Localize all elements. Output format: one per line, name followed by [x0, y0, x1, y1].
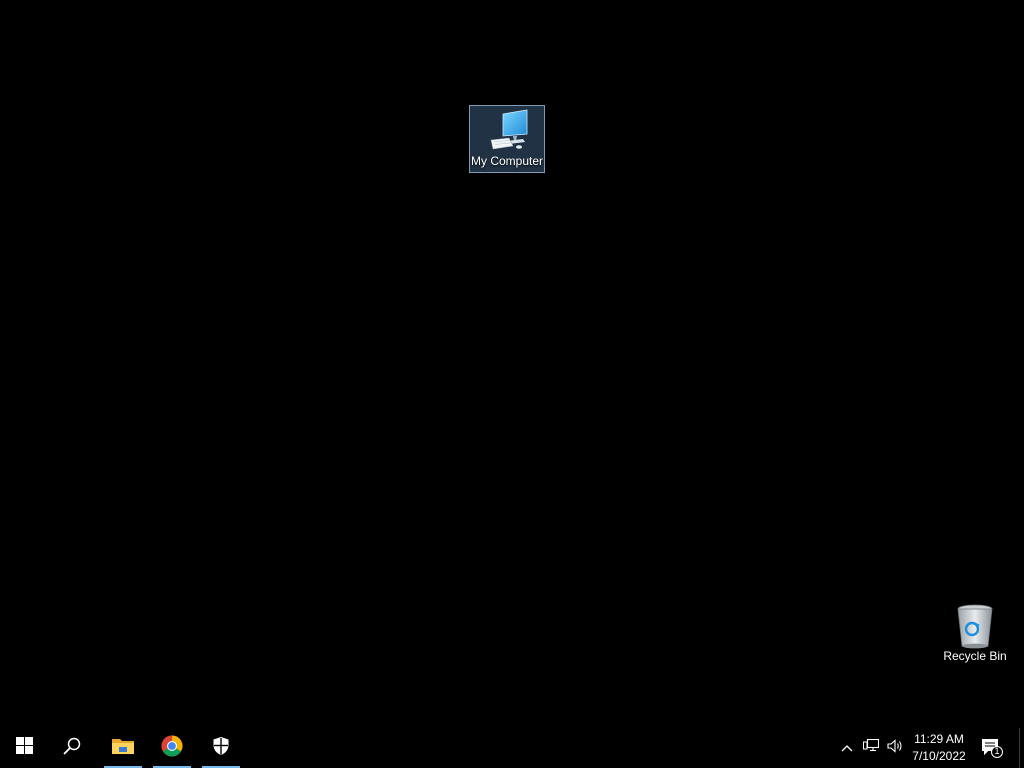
- folder-icon: [111, 736, 135, 761]
- chrome-button[interactable]: [152, 728, 192, 768]
- action-center-button[interactable]: 1: [978, 728, 1006, 768]
- network-icon: [863, 738, 880, 758]
- network-button[interactable]: [860, 728, 882, 768]
- shield-icon: [212, 736, 230, 761]
- clock-date: 7/10/2022: [912, 749, 966, 763]
- windows-logo-icon: [15, 737, 33, 759]
- clock-time: 11:29 AM: [914, 732, 964, 746]
- recycle-bin-desktop-icon[interactable]: Recycle Bin: [937, 600, 1013, 668]
- recycle-bin-icon: [951, 603, 999, 649]
- recycle-bin-label: Recycle Bin: [943, 649, 1007, 663]
- chrome-icon: [161, 735, 183, 762]
- notification-count-badge: 1: [994, 746, 1000, 756]
- chevron-up-icon: [841, 739, 853, 757]
- my-computer-label: My Computer: [470, 154, 544, 168]
- search-icon: [63, 737, 81, 760]
- clock-button[interactable]: 11:29 AM 7/10/2022: [906, 731, 972, 765]
- show-desktop-button[interactable]: [1019, 728, 1024, 768]
- start-button[interactable]: [4, 728, 44, 768]
- computer-icon: [483, 108, 531, 154]
- file-explorer-button[interactable]: [103, 728, 143, 768]
- show-hidden-icons-button[interactable]: [836, 728, 858, 768]
- notification-icon: 1: [981, 738, 1003, 758]
- desktop[interactable]: My Computer Recycle Bin: [0, 0, 1024, 728]
- windows-security-button[interactable]: [201, 728, 241, 768]
- volume-button[interactable]: [884, 728, 906, 768]
- volume-icon: [886, 738, 904, 758]
- search-button[interactable]: [52, 728, 92, 768]
- taskbar: 11:29 AM 7/10/2022 1: [0, 728, 1024, 768]
- my-computer-desktop-icon[interactable]: My Computer: [469, 105, 545, 173]
